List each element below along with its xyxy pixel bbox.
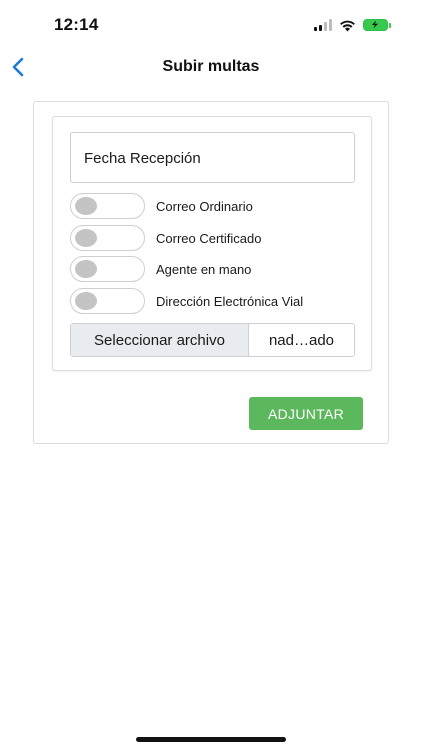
cellular-signal-icon	[314, 19, 332, 31]
select-file-button[interactable]: Seleccionar archivo	[71, 324, 249, 356]
toggle-knob	[75, 229, 97, 247]
status-icons	[314, 17, 391, 33]
toggle-label: Agente en mano	[156, 261, 252, 277]
toggle-label: Dirección Electrónica Vial	[156, 293, 304, 309]
status-time: 12:14	[54, 15, 99, 34]
toggle-knob	[75, 292, 97, 310]
toggle-row-correo-ordinario: Correo Ordinario	[70, 193, 253, 219]
correo-ordinario-toggle[interactable]	[70, 193, 145, 219]
home-indicator	[136, 737, 286, 742]
toggle-label: Correo Certificado	[156, 230, 262, 246]
nav-header: Subir multas	[0, 48, 422, 88]
toggle-row-direccion-electronica-vial: Dirección Electrónica Vial	[70, 288, 303, 314]
toggle-row-agente-en-mano: Agente en mano	[70, 256, 251, 282]
wifi-icon	[340, 20, 355, 31]
selected-file-name: nad…ado	[268, 331, 335, 349]
battery-charging-icon	[363, 19, 391, 31]
upload-card: Fecha Recepción Correo Ordinario Correo …	[33, 101, 389, 444]
status-bar: 12:14	[0, 0, 422, 48]
direccion-electronica-vial-toggle[interactable]	[70, 288, 145, 314]
correo-certificado-toggle[interactable]	[70, 225, 145, 251]
reception-date-field[interactable]: Fecha Recepción	[70, 132, 355, 183]
toggle-knob	[75, 260, 97, 278]
form-panel: Fecha Recepción Correo Ordinario Correo …	[52, 116, 372, 371]
agente-en-mano-toggle[interactable]	[70, 256, 145, 282]
attach-button[interactable]: ADJUNTAR	[249, 397, 363, 430]
toggle-label: Correo Ordinario	[156, 198, 253, 214]
page-title: Subir multas	[162, 58, 260, 75]
toggle-row-correo-certificado: Correo Certificado	[70, 225, 262, 251]
file-input: Seleccionar archivo nad…ado	[70, 323, 355, 357]
toggle-knob	[75, 197, 97, 215]
